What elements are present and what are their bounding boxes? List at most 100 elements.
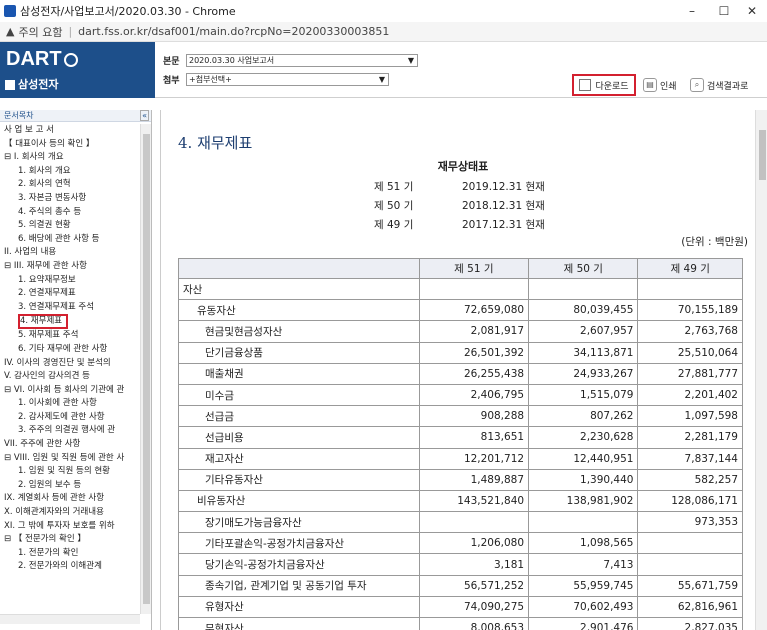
toc-item[interactable]: 1. 이사회에 관한 사항 <box>0 397 140 411</box>
table-row: 종속기업, 관계기업 및 공동기업 투자 56,571,252 55,959,745… <box>178 574 743 597</box>
search-results-button[interactable]: ⌕ 검색결과로 <box>690 76 748 94</box>
download-button[interactable]: 다운로드 <box>572 74 636 96</box>
toc-item[interactable]: ⊟ III. 재무에 관한 사항 <box>0 260 140 274</box>
toc-item[interactable]: 3. 주주의 의결권 행사에 관 <box>0 424 140 438</box>
toc-item-label: 6. 기타 재무에 관한 사항 <box>18 343 108 354</box>
dart-logo[interactable]: DART <box>6 48 78 71</box>
table-header-row: 제 51 기제 50 기제 49 기 <box>178 258 743 279</box>
toc-item[interactable]: 4. 주식의 총수 등 <box>0 206 140 220</box>
close-button[interactable]: ✕ <box>735 0 767 22</box>
row-label: 종속기업, 관계기업 및 공동기업 투자 <box>178 574 420 597</box>
toc-item[interactable]: 2. 감사제도에 관한 사항 <box>0 411 140 425</box>
document-viewer: 4. 재무제표 재무상태표 제 51 기 2019.12.31 현재 제 50 기 2… <box>160 110 767 630</box>
row-value: 12,440,951 <box>528 447 639 470</box>
row-value: 1,097,598 <box>637 405 743 428</box>
toc-item[interactable]: X. 이해관계자와의 거래내용 <box>0 506 140 520</box>
table-row: 현금및현금성자산 2,081,917 2,607,957 2,763,768 <box>178 320 743 343</box>
toc-item-label: 3. 주주의 의결권 행사에 관 <box>18 425 116 436</box>
toc-scroll-thumb[interactable] <box>143 134 150 604</box>
toc-item[interactable]: ⊟ I. 회사의 개요 <box>0 151 140 165</box>
toc-item[interactable]: 【 대표이사 등의 확인 】 <box>0 138 140 152</box>
row-value: 8,008,653 <box>418 616 530 630</box>
row-label: 미수금 <box>178 383 420 407</box>
report-select[interactable]: 2020.03.30 사업보고서 ▼ <box>186 54 418 67</box>
table-row: 선급금 908,288 807,262 1,097,598 <box>178 405 743 428</box>
toc-item[interactable]: 2. 임원의 보수 등 <box>0 479 140 493</box>
toc-item[interactable]: 1. 회사의 개요 <box>0 165 140 179</box>
row-value: 2,827,035 <box>637 616 743 630</box>
row-label: 당기손익-공정가치금융자산 <box>178 553 420 576</box>
document-scroll-thumb[interactable] <box>759 130 766 180</box>
row-label: 자산 <box>178 277 420 301</box>
row-value: 2,406,795 <box>418 383 530 407</box>
row-value: 1,098,565 <box>528 532 639 555</box>
section-heading: 4. 재무제표 <box>178 134 253 152</box>
toc-item-label: ⊟ III. 재무에 관한 사항 <box>4 260 87 271</box>
toc-item-label: ⊟ VIII. 임원 및 직원 등에 관한 사 <box>4 452 125 463</box>
row-value: 143,521,840 <box>418 489 530 513</box>
toc-item[interactable]: 6. 기타 재무에 관한 사항 <box>0 343 140 357</box>
row-value: 1,390,440 <box>528 468 639 491</box>
toc-item[interactable]: 2. 전문가와의 이해관계 <box>0 560 140 574</box>
row-value <box>418 511 530 534</box>
toc-item[interactable]: 4. 재무제표 <box>0 314 140 330</box>
toc-item[interactable]: 2. 회사의 연혁 <box>0 178 140 192</box>
table-row: 기타포괄손익-공정가치금융자산 1,206,080 1,098,565 <box>178 532 743 555</box>
toc-item[interactable]: VII. 주주에 관한 사항 <box>0 438 140 452</box>
toc-item-label: 2. 임원의 보수 등 <box>18 479 82 490</box>
toc-horizontal-scrollbar[interactable] <box>0 614 140 624</box>
toc-item[interactable]: 3. 자본금 변동사항 <box>0 192 140 206</box>
warning-icon: ▲ <box>6 25 15 38</box>
row-label: 비유동자산 <box>178 489 420 513</box>
row-value: 70,602,493 <box>528 595 639 619</box>
toc-item[interactable]: IV. 이사의 경영진단 및 분석의 <box>0 357 140 371</box>
toc-item[interactable]: II. 사업의 내용 <box>0 246 140 260</box>
collapse-toc-button[interactable]: « <box>140 110 149 121</box>
toc-item[interactable]: 1. 전문가의 확인 <box>0 547 140 561</box>
document-body: 4. 재무제표 재무상태표 제 51 기 2019.12.31 현재 제 50 기 2… <box>178 132 748 630</box>
address-bar[interactable]: ▲ 주의 요함 | dart.fss.or.kr/dsaf001/main.do… <box>0 22 767 42</box>
toc-item[interactable]: 6. 배당에 관한 사항 등 <box>0 233 140 247</box>
toc-item-label: ⊟ I. 회사의 개요 <box>4 152 64 163</box>
toc-item-label: 사 업 보 고 서 <box>4 125 54 135</box>
period-line: 제 49 기 2017.12.31 현재 <box>374 216 545 235</box>
table-row: 선급비용 813,651 2,230,628 2,281,179 <box>178 426 743 449</box>
search-results-label: 검색결과로 <box>707 81 749 92</box>
window-title: 삼성전자/사업보고서/2020.03.30 - Chrome <box>20 5 236 18</box>
row-label: 선급비용 <box>178 426 420 449</box>
toc-item[interactable]: 3. 연결재무제표 주석 <box>0 301 140 315</box>
toc-item[interactable]: 1. 요약재무정보 <box>0 274 140 288</box>
table-row: 비유동자산 143,521,840 138,981,902 128,086,171 <box>178 489 743 513</box>
row-label: 재고자산 <box>178 447 420 470</box>
toc-item-label: 5. 의결권 현황 <box>18 220 71 231</box>
toc-item[interactable]: V. 감사인의 감사의견 등 <box>0 370 140 384</box>
toc-scrollbar[interactable] <box>140 124 151 614</box>
row-value: 74,090,275 <box>418 595 530 619</box>
toc-item[interactable]: ⊟ VIII. 임원 및 직원 등에 관한 사 <box>0 452 140 466</box>
attach-select[interactable]: +첨부선택+ ▼ <box>186 73 389 86</box>
print-button[interactable]: ▤ 인쇄 <box>643 76 677 94</box>
toc-item[interactable]: XI. 그 밖에 투자자 보호를 위하 <box>0 520 140 534</box>
row-value: 55,959,745 <box>528 574 639 597</box>
toc-item[interactable]: 사 업 보 고 서 <box>0 124 140 138</box>
document-scrollbar[interactable] <box>755 110 767 630</box>
toc-item[interactable]: ⊟ 【 전문가의 확인 】 <box>0 533 140 547</box>
toc-item[interactable]: ⊟ VI. 이사회 등 회사의 기관에 관 <box>0 384 140 398</box>
row-label: 유동자산 <box>178 299 420 322</box>
toc-item-label: 5. 재무제표 주석 <box>18 330 79 341</box>
periods-block: 제 51 기 2019.12.31 현재 제 50 기 2018.12.31 현재 제 … <box>374 178 545 235</box>
url-text[interactable]: dart.fss.or.kr/dsaf001/main.do?rcpNo=202… <box>78 25 389 38</box>
period-line: 제 51 기 2019.12.31 현재 <box>374 178 545 197</box>
table-row: 당기손익-공정가치금융자산 3,181 7,413 <box>178 553 743 576</box>
toc-item[interactable]: 5. 의결권 현황 <box>0 219 140 233</box>
column-header: 제 49 기 <box>637 258 743 279</box>
row-value: 3,181 <box>418 553 530 576</box>
minimize-button[interactable]: – <box>675 0 709 22</box>
toc-item[interactable]: 1. 임원 및 직원 등의 현황 <box>0 465 140 479</box>
toc-item[interactable]: 5. 재무제표 주석 <box>0 329 140 343</box>
row-value: 2,281,179 <box>637 426 743 449</box>
toc-item[interactable]: IX. 계열회사 등에 관한 사항 <box>0 492 140 506</box>
row-label: 현금및현금성자산 <box>178 320 420 343</box>
row-value: 27,881,777 <box>637 362 743 385</box>
toc-item[interactable]: 2. 연결재무제표 <box>0 287 140 301</box>
